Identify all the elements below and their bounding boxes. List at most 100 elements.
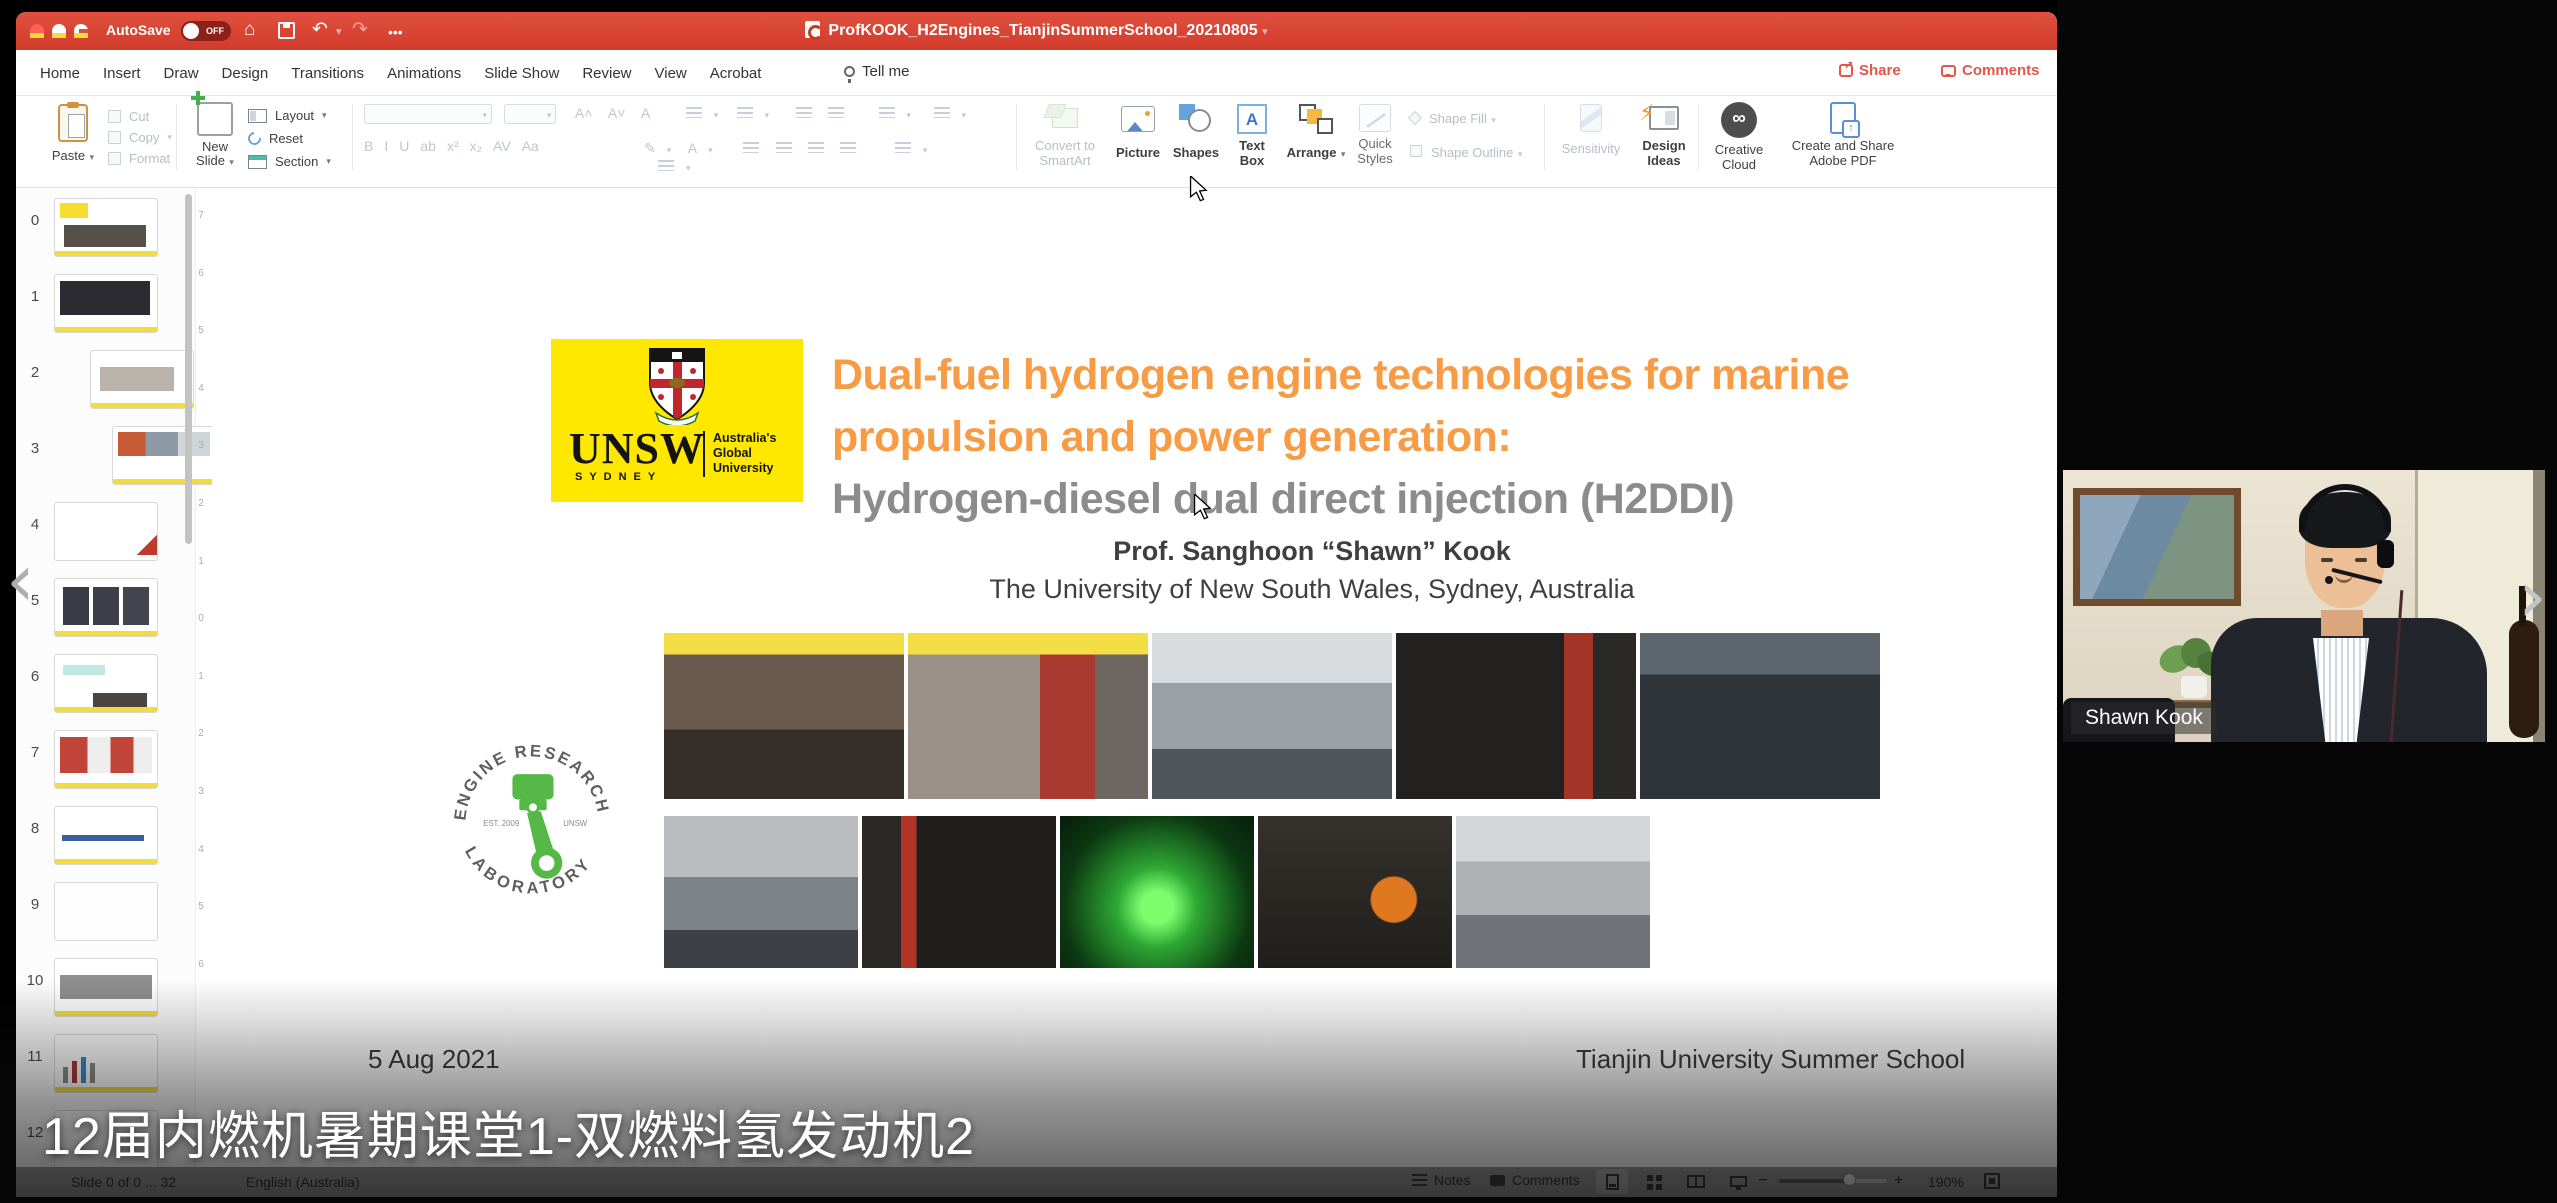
unsw-logo[interactable]: UNSW SYDNEY Australia'sGlobalUniversity bbox=[551, 339, 803, 502]
slide-thumbnail[interactable]: 4 bbox=[16, 496, 195, 572]
lab-photo-row-top[interactable] bbox=[664, 633, 1880, 799]
slide-thumbnail[interactable]: 0 bbox=[16, 192, 195, 268]
copy-icon bbox=[108, 131, 121, 144]
lab-photo[interactable] bbox=[1060, 816, 1254, 968]
slide-thumbnail[interactable]: 2 bbox=[16, 344, 195, 420]
slide-thumbnail[interactable]: 6 bbox=[16, 648, 195, 724]
thumbnail-number: 1 bbox=[16, 274, 54, 305]
video-title-overlay: 12届内燃机暑期课堂1-双燃料氢发动机2 bbox=[42, 1094, 975, 1169]
thumbnail-preview[interactable] bbox=[54, 502, 158, 561]
thumbnail-preview[interactable] bbox=[54, 274, 158, 333]
thumbnail-preview[interactable] bbox=[54, 198, 158, 257]
slide-thumbnail[interactable]: 1 bbox=[16, 268, 195, 344]
menu-tab[interactable]: Transitions bbox=[291, 65, 364, 82]
font-size-select: ▾ bbox=[504, 104, 556, 124]
previous-arrow-icon[interactable]: ‹ bbox=[6, 550, 35, 610]
lab-photo[interactable] bbox=[1258, 816, 1452, 968]
group-divider bbox=[1016, 104, 1017, 170]
lab-photo[interactable] bbox=[1640, 633, 1880, 799]
menu-tab[interactable]: Slide Show bbox=[484, 65, 559, 82]
design-ideas-button[interactable]: DesignIdeas bbox=[1636, 106, 1692, 168]
paste-button[interactable]: Paste ▾ bbox=[42, 104, 104, 165]
menu-tab[interactable]: Acrobat bbox=[710, 65, 762, 82]
lightbulb-icon bbox=[844, 66, 855, 77]
group-divider bbox=[1544, 104, 1545, 170]
thumbnail-number: 9 bbox=[16, 882, 54, 913]
thumbnail-preview[interactable] bbox=[54, 578, 158, 637]
group-divider bbox=[1698, 104, 1699, 170]
menu-tab[interactable]: Animations bbox=[387, 65, 461, 82]
slide-thumbnail[interactable]: 7 bbox=[16, 724, 195, 800]
lab-photo[interactable] bbox=[862, 816, 1056, 968]
plant-pot bbox=[2181, 676, 2207, 698]
menu-tab[interactable]: Insert bbox=[103, 65, 141, 82]
lab-photo[interactable] bbox=[664, 633, 904, 799]
next-arrow-icon[interactable]: › bbox=[2518, 566, 2547, 626]
arrange-button[interactable]: Arrange ▾ bbox=[1286, 104, 1346, 162]
thumbnail-scrollbar[interactable] bbox=[185, 194, 192, 544]
slide-thumbnail[interactable]: 5 bbox=[16, 572, 195, 648]
thumbnail-preview[interactable] bbox=[54, 730, 158, 789]
presenter-eye bbox=[2321, 558, 2333, 562]
clipboard-group: Cut Copy ▾ Format bbox=[108, 106, 172, 169]
ruler-number: 1 bbox=[198, 556, 204, 567]
lab-photo-row-bottom[interactable] bbox=[664, 816, 1650, 968]
webcam-panel: Shawn Kook bbox=[2057, 0, 2557, 1203]
picture-button[interactable]: Picture bbox=[1110, 106, 1166, 162]
thumbnail-preview[interactable] bbox=[90, 350, 194, 409]
ruler-number: 6 bbox=[198, 959, 204, 970]
thumbnail-preview[interactable] bbox=[54, 806, 158, 865]
thumbnail-preview[interactable] bbox=[54, 654, 158, 713]
engine-research-laboratory-logo[interactable]: ENGINE RESEARCH LABORATORY EST. 2009 UNS… bbox=[444, 733, 620, 909]
line-spacing-icon bbox=[879, 107, 895, 118]
lab-photo[interactable] bbox=[1456, 816, 1650, 968]
mouse-cursor bbox=[1188, 176, 1210, 202]
share-button[interactable]: Share bbox=[1839, 62, 1901, 79]
tell-me-button[interactable]: Tell me bbox=[844, 63, 910, 80]
lab-photo[interactable] bbox=[664, 816, 858, 968]
unsw-tagline: Australia'sGlobalUniversity bbox=[713, 431, 776, 476]
reset-button[interactable]: Reset bbox=[248, 127, 331, 150]
lab-photo[interactable] bbox=[1152, 633, 1392, 799]
menu-tab[interactable]: Review bbox=[582, 65, 631, 82]
thumbnail-preview[interactable] bbox=[54, 882, 158, 941]
thumbnail-number: 0 bbox=[16, 198, 54, 229]
align-center-icon bbox=[776, 142, 792, 153]
svg-text:EST. 2009: EST. 2009 bbox=[483, 819, 519, 828]
lab-photo[interactable] bbox=[908, 633, 1148, 799]
menu-tab[interactable]: Home bbox=[40, 65, 80, 82]
creative-cloud-button[interactable]: ∞ CreativeCloud bbox=[1708, 102, 1770, 172]
headset-mic-icon bbox=[2325, 576, 2333, 584]
slide-thumbnail[interactable]: 3 bbox=[16, 420, 195, 496]
font-color-icon: A bbox=[688, 140, 697, 156]
author-block[interactable]: Prof. Sanghoon “Shawn” Kook The Universi… bbox=[832, 536, 1792, 605]
new-slide-button[interactable]: NewSlide ▾ bbox=[184, 102, 246, 169]
section-button[interactable]: Section ▾ bbox=[248, 150, 331, 173]
menu-tab[interactable]: Draw bbox=[164, 65, 199, 82]
font-name-select: ▾ bbox=[364, 104, 492, 124]
highlight-pen-icon: ✎ bbox=[644, 140, 656, 156]
ruler-number: 2 bbox=[198, 728, 204, 739]
font-group: ▾ ▾ A˄ A˅ A ▾ ▾ ▾ ▾ BIUabx²x₂AVAa ✎▾ A▾ bbox=[364, 104, 966, 156]
slide-thumbnail[interactable]: 8 bbox=[16, 800, 195, 876]
document-title[interactable]: ProfKOOK_H2Engines_TianjinSummerSchool_2… bbox=[16, 21, 2057, 40]
font-style-icon: Aa bbox=[522, 138, 539, 154]
slide-thumbnail[interactable]: 9 bbox=[16, 876, 195, 952]
adobe-pdf-button[interactable]: Create and ShareAdobe PDF bbox=[1778, 102, 1908, 168]
menu-tab[interactable]: Design bbox=[222, 65, 269, 82]
cut-button: Cut bbox=[108, 106, 172, 127]
adobe-pdf-icon bbox=[1830, 102, 1856, 134]
font-style-icon: AV bbox=[493, 138, 511, 154]
layout-button[interactable]: Layout ▾ bbox=[248, 104, 331, 127]
unsw-city: SYDNEY bbox=[575, 471, 662, 483]
menu-tab[interactable]: View bbox=[655, 65, 687, 82]
quick-styles-button: QuickStyles bbox=[1350, 104, 1400, 166]
slide-title[interactable]: Dual-fuel hydrogen engine technologies f… bbox=[832, 344, 1902, 530]
shapes-button[interactable]: Shapes bbox=[1168, 104, 1224, 162]
comments-button[interactable]: Comments bbox=[1941, 62, 2040, 79]
indent-increase-icon bbox=[828, 107, 844, 118]
text-box-button[interactable]: A TextBox bbox=[1228, 104, 1276, 168]
ruler-number: 6 bbox=[198, 268, 204, 279]
ruler-number: 4 bbox=[198, 844, 204, 855]
lab-photo[interactable] bbox=[1396, 633, 1636, 799]
